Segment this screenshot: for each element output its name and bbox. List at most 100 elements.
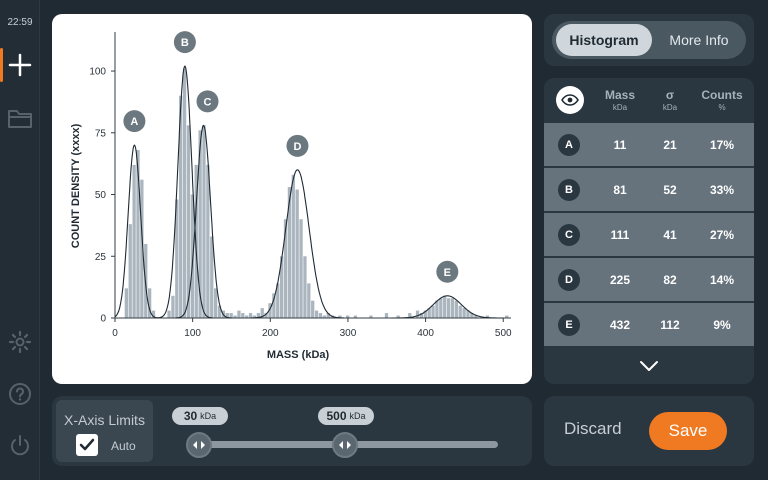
arrows-left-right-icon — [339, 441, 351, 449]
cell-counts: 9% — [713, 318, 731, 332]
check-icon — [79, 438, 95, 451]
histogram-bar — [229, 313, 233, 318]
view-toggle: Histogram More Info — [552, 21, 746, 59]
histogram-bar — [443, 295, 447, 318]
histogram-bar — [128, 224, 132, 318]
peak-label: C — [204, 96, 212, 108]
x-axis-limits-title: X-Axis Limits — [64, 412, 145, 428]
histogram-bar — [314, 310, 319, 318]
peak-label: E — [444, 267, 451, 279]
chevron-down-icon[interactable] — [634, 356, 664, 376]
y-tick-label: 0 — [100, 314, 106, 325]
histogram-bar — [384, 313, 389, 318]
table-row[interactable]: D 225 82 14% — [544, 257, 754, 301]
histogram-bar — [124, 288, 128, 318]
histogram-bar — [182, 68, 187, 318]
histogram-bar — [237, 310, 241, 318]
peak-label: A — [130, 116, 138, 128]
table-row[interactable]: B 81 52 33% — [544, 167, 754, 211]
cell-mass: 111 — [610, 228, 630, 242]
cell-mass: 225 — [609, 273, 631, 287]
histogram-bar — [214, 288, 218, 318]
cell-sigma: 52 — [663, 183, 677, 197]
x-tick-label: 0 — [112, 328, 118, 339]
cell-counts: 33% — [709, 183, 735, 197]
histogram-bar — [299, 219, 303, 318]
histogram-chart: 0 100 200 300 400 500 0 25 50 75 100 MASS (kDa) COUN… — [70, 31, 512, 361]
cell-mass: 432 — [609, 318, 631, 332]
table-row[interactable]: C 111 41 27% — [544, 212, 754, 256]
cell-sigma: 112 — [660, 318, 680, 332]
y-tick-label: 50 — [95, 190, 107, 201]
gear-icon[interactable] — [6, 328, 34, 356]
help-icon[interactable] — [6, 380, 34, 408]
column-label: σ — [665, 88, 675, 102]
histogram-bar — [458, 305, 462, 318]
histogram-bar — [171, 295, 175, 318]
x-tick-label: 400 — [417, 328, 434, 339]
column-label: Mass — [604, 88, 636, 102]
peak-label: B — [181, 37, 189, 49]
save-button[interactable]: Save — [649, 412, 727, 450]
column-unit: kDa — [662, 103, 678, 112]
histogram-bar — [415, 310, 420, 318]
y-tick-label: 100 — [89, 67, 106, 78]
histogram-bar — [439, 298, 443, 318]
histogram-chart-panel: 0 100 200 300 400 500 0 25 50 75 100 MASS (kDa) COUN… — [52, 14, 532, 384]
table-row[interactable]: A 11 21 17% — [544, 122, 754, 166]
table-row[interactable]: E 432 112 9% — [544, 302, 754, 346]
histogram-bar — [206, 164, 210, 318]
cell-counts: 14% — [709, 273, 735, 287]
x-axis-label: MASS (kDa) — [267, 349, 330, 361]
x-axis-limits-box: X-Axis Limits Auto — [56, 400, 153, 462]
cell-sigma: 41 — [663, 228, 677, 242]
histogram-bar — [318, 313, 323, 318]
column-header-counts: Counts% — [696, 88, 748, 112]
column-header-mass: Mass kDa — [598, 88, 642, 112]
x-tick-label: 100 — [184, 328, 201, 339]
histogram-bar — [303, 256, 307, 318]
histogram-bar — [450, 298, 455, 318]
peak-badge: B — [558, 179, 580, 201]
max-value-pill: 500 kDa — [318, 407, 374, 425]
axis-limits-panel: X-Axis Limits Auto 30 kDa 500 kDa — [52, 396, 532, 466]
power-icon[interactable] — [6, 432, 34, 460]
column-label: Counts — [701, 88, 743, 102]
peak-badge: D — [558, 269, 580, 291]
histogram-bar — [462, 308, 466, 318]
min-value-pill: 30 kDa — [172, 407, 228, 425]
histogram-bar — [248, 313, 253, 318]
plus-icon[interactable] — [6, 51, 34, 79]
auto-checkbox[interactable] — [76, 434, 98, 456]
y-axis-label: COUNT DENSITY (xxxx) — [70, 123, 82, 248]
peaks-table: Mass kDa σ kDa Counts% A 11 21 17% B 81 52 33% C 11… — [544, 78, 754, 384]
tab-more-info[interactable]: More Info — [656, 24, 742, 56]
min-slider-handle[interactable] — [186, 432, 212, 458]
max-unit: kDa — [349, 411, 366, 421]
x-tick-label: 500 — [495, 328, 512, 339]
actions-panel: Discard Save — [544, 396, 754, 466]
view-toggle-panel: Histogram More Info — [544, 14, 754, 66]
eye-icon — [561, 94, 579, 106]
y-tick-label: 75 — [95, 128, 107, 139]
histogram-bar — [241, 313, 245, 318]
histogram-bar — [307, 283, 311, 318]
tab-histogram[interactable]: Histogram — [556, 24, 652, 56]
max-slider-handle[interactable] — [332, 432, 358, 458]
clock: 22:59 — [7, 17, 33, 28]
column-header-sigma: σ kDa — [650, 88, 690, 112]
peak-badge: A — [558, 134, 580, 156]
folder-icon[interactable] — [6, 104, 34, 132]
active-indicator — [0, 48, 3, 82]
visibility-toggle-button[interactable] — [556, 86, 584, 114]
histogram-bar — [167, 310, 171, 318]
cell-counts: 27% — [709, 228, 735, 242]
cell-mass: 81 — [613, 183, 627, 197]
histogram-bar — [454, 300, 458, 318]
discard-button[interactable]: Discard — [564, 419, 622, 439]
cell-counts: 17% — [709, 138, 735, 152]
histogram-bar — [190, 194, 194, 318]
histogram-bar — [311, 300, 315, 318]
histogram-bar — [431, 305, 435, 318]
histogram-bar — [132, 164, 136, 318]
